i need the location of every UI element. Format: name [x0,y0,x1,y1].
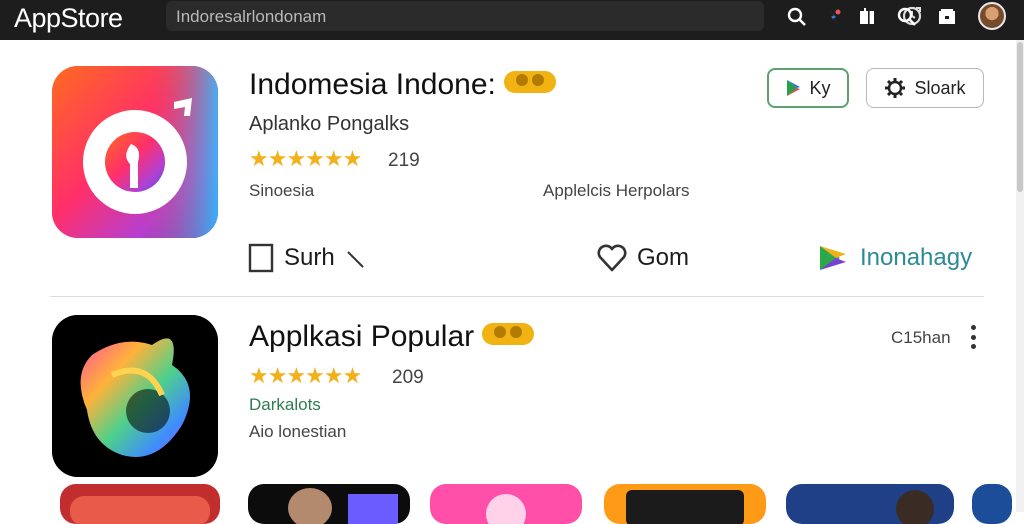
top-bar: AppStore [0,0,1024,40]
app-thumbnail[interactable] [60,484,220,524]
featured-app-icon[interactable] [52,66,218,238]
popular-size: C15han [891,328,951,347]
search-input[interactable] [174,4,718,30]
search-icon-secondary[interactable] [895,5,919,29]
play-logo-icon [820,246,846,270]
popular-app-icon[interactable] [52,315,218,477]
extension-icon[interactable] [822,5,846,29]
popular-region: Aio lonestian [249,422,347,441]
edit-stroke-icon [346,251,364,268]
publisher-action[interactable]: Inonahagy [818,240,972,276]
play-store-icon [787,80,801,96]
search-box[interactable] [166,1,922,31]
app-thumbnail[interactable] [248,484,410,524]
save-action-label: Surh [284,244,335,271]
app-thumbnail[interactable] [972,484,1012,524]
share-button-label: Sloark [914,77,966,98]
developer-name[interactable]: Aplanko Pongalks [249,113,409,136]
share-button[interactable]: Sloark [866,68,984,108]
app-store-logo[interactable]: AppStore [14,3,123,34]
user-avatar[interactable] [978,2,1006,30]
like-action-label: Gom [637,244,690,271]
install-button-label: Ky [809,77,831,98]
inbox-icon[interactable] [935,5,959,29]
gear-icon [885,78,906,98]
like-action[interactable]: Gom [597,240,689,276]
popular-tag[interactable]: Darkalots [249,395,321,415]
rating-count: 219 [388,150,420,171]
featured-app-title-text: Indomesia Indone: [249,68,496,101]
publisher-action-label: Inonahagy [860,244,973,271]
app-thumbnail[interactable] [430,484,582,524]
more-options-icon[interactable] [968,325,978,349]
featured-app-title: Indomesia Indone: [249,68,556,102]
install-button[interactable]: Ky [767,68,849,108]
popular-app-title: Applkasi Popular [249,320,535,354]
award-badge-icon [482,323,535,346]
award-badge-icon [503,71,556,94]
rating-stars-icon: ★★★★★★ [249,146,362,171]
bookmark-icon[interactable] [855,5,879,29]
search-icon[interactable] [785,5,809,29]
scrollbar-thumb[interactable] [1017,42,1023,192]
app-thumbnail[interactable] [604,484,766,524]
popular-rating-stars-icon: ★★★★★★ [249,363,362,388]
region-label: Sinoesia [249,181,315,200]
popular-rating-count: 209 [392,367,424,388]
popular-app-title-text: Applkasi Popular [249,320,475,353]
heart-icon [597,244,627,272]
category-label[interactable]: Applelcis Herpolars [543,181,689,201]
save-action[interactable]: Surh [248,240,367,276]
section-divider [50,296,984,297]
app-thumbnail[interactable] [786,484,954,524]
bookmark-outline-icon [248,243,274,273]
